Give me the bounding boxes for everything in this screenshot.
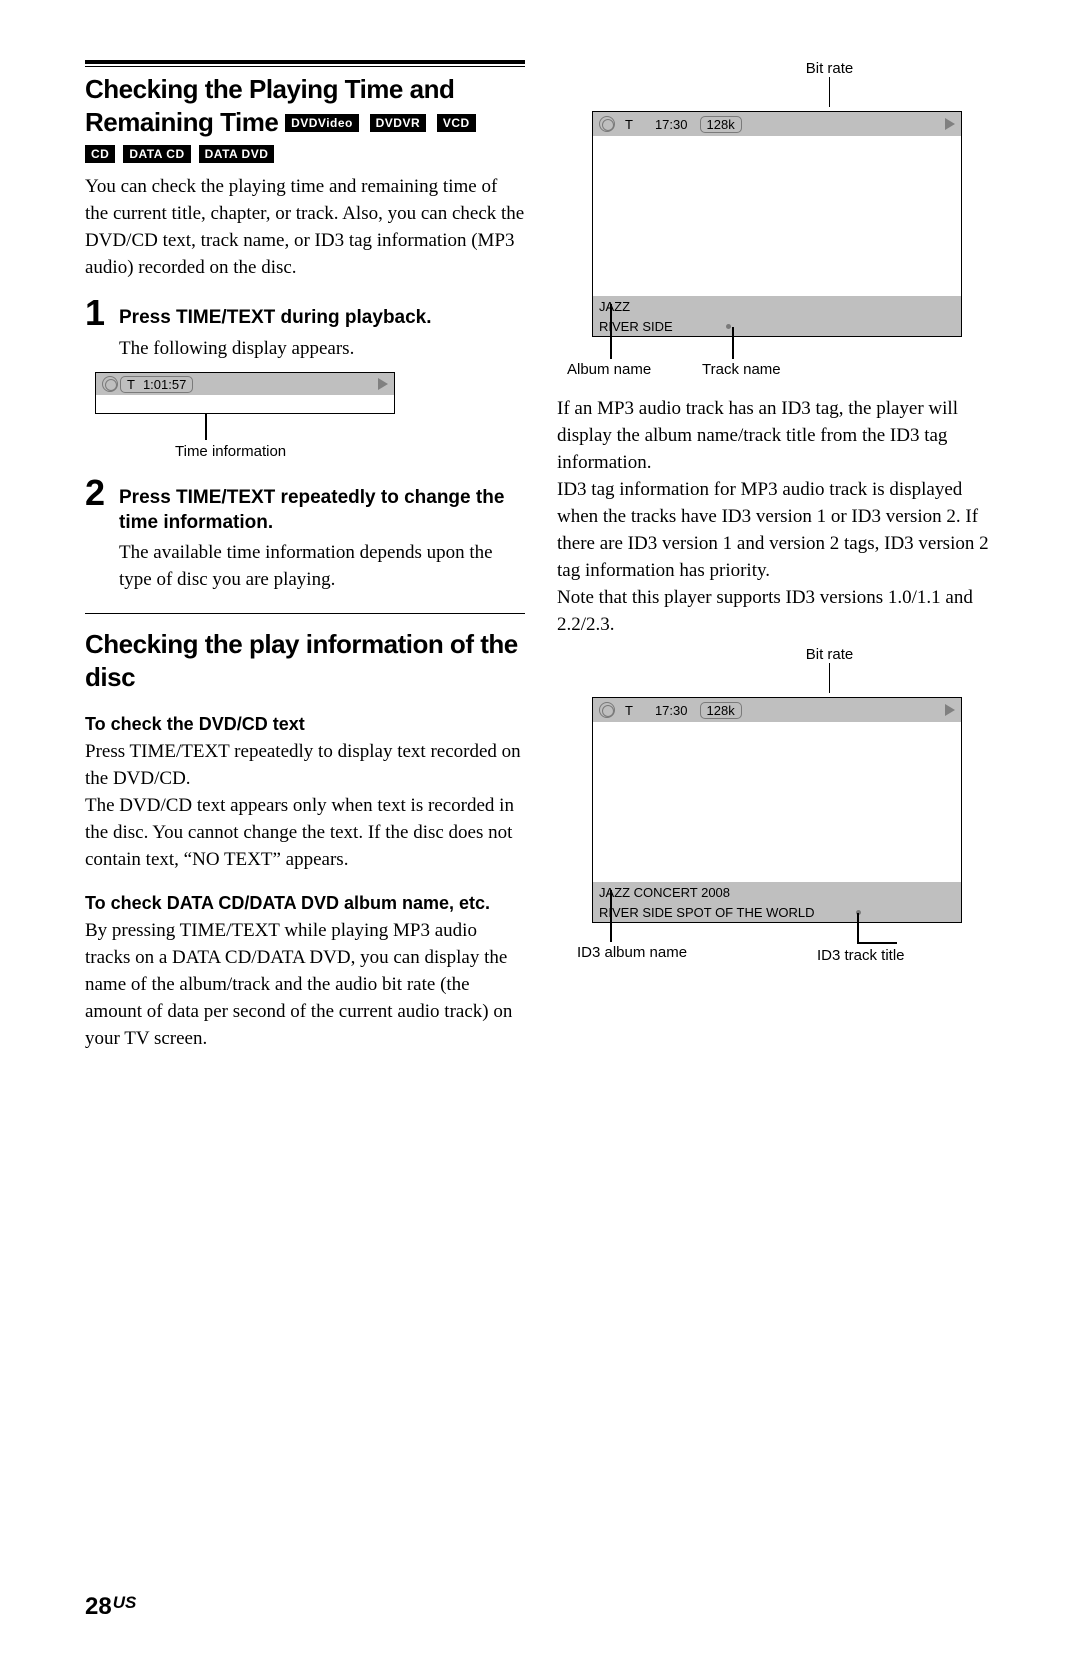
diag3-album: JAZZ CONCERT 2008 [599, 885, 730, 900]
format-badge: CD [85, 145, 115, 163]
bitrate-box: 128k [700, 116, 742, 133]
format-badge: VCD [437, 114, 476, 132]
page-suffix: US [113, 1593, 137, 1612]
rule [85, 60, 525, 64]
page-number-value: 28 [85, 1593, 112, 1620]
format-badge: DATA DVD [199, 145, 275, 163]
page-number: 28US [85, 1593, 136, 1621]
callout-line [829, 663, 831, 693]
callout-line [857, 913, 859, 942]
diag2-album: JAZZ [599, 299, 630, 314]
id3-track-label: ID3 track title [817, 947, 905, 964]
play-icon [945, 704, 955, 716]
play-icon [945, 118, 955, 130]
diag2-time: 17:30 [655, 117, 688, 132]
diag3-bitrate: 128k [707, 703, 735, 718]
right-column: Bit rate T 17:30 128k JAZZ RIVER SIDE [557, 60, 997, 1052]
intro-paragraph: You can check the playing time and remai… [85, 173, 525, 281]
format-badge: DVDVideo [285, 114, 359, 132]
format-badge: DVDVR [370, 114, 427, 132]
diagram-id3: T 17:30 128k JAZZ CONCERT 2008 RIVER SID… [592, 697, 962, 923]
badge-row-2: CD DATA CD DATA DVD [85, 141, 525, 163]
diagram-time-info: T 1:01:57 Time information [85, 372, 525, 461]
step-heading: Press TIME/TEXT during playback. [119, 305, 525, 330]
play-icon [378, 378, 388, 390]
bitrate-box: 128k [700, 702, 742, 719]
sub-heading: To check the DVD/CD text [85, 712, 525, 736]
section-title: Checking the Playing Time and Remaining … [85, 73, 525, 139]
diag2-callouts: Album name Track name [557, 339, 997, 389]
track-name-label: Track name [702, 361, 781, 378]
diag2-letter: T [625, 117, 633, 132]
callout-line [205, 414, 207, 440]
time-box: T 1:01:57 [120, 376, 193, 393]
step-2: 2 Press TIME/TEXT repeatedly to change t… [85, 475, 525, 535]
diag3-time: 17:30 [655, 703, 688, 718]
diag3-track: RIVER SIDE SPOT OF THE WORLD [599, 905, 815, 920]
rule [85, 66, 525, 67]
diag1-caption: Time information [175, 442, 295, 461]
callout-line [732, 327, 734, 359]
sub-body: Press TIME/TEXT repeatedly to display te… [85, 738, 525, 873]
format-badge: DATA CD [123, 145, 190, 163]
callout-line [829, 77, 831, 107]
bitrate-label: Bit rate [662, 60, 997, 77]
step-1: 1 Press TIME/TEXT during playback. [85, 295, 525, 331]
disc-icon [599, 116, 615, 132]
step-body: The available time information depends u… [119, 539, 525, 593]
disc-icon [599, 702, 615, 718]
step-heading: Press TIME/TEXT repeatedly to change the… [119, 485, 525, 535]
step-number: 1 [85, 295, 119, 331]
rule [85, 613, 525, 614]
diag1-time: 1:01:57 [143, 377, 186, 392]
diag2-bitrate: 128k [707, 117, 735, 132]
step-body: The following display appears. [119, 335, 525, 362]
sub-body: By pressing TIME/TEXT while playing MP3 … [85, 917, 525, 1052]
diag1-letter: T [127, 377, 135, 392]
subsection-title: Checking the play information of the dis… [85, 628, 525, 694]
disc-icon [102, 376, 118, 392]
id3-album-label: ID3 album name [577, 944, 687, 961]
diag3-callouts: ID3 album name ID3 track title [557, 925, 997, 975]
album-name-label: Album name [567, 361, 651, 378]
left-column: Checking the Playing Time and Remaining … [85, 60, 525, 1052]
callout-line [610, 890, 612, 942]
bitrate-label: Bit rate [662, 646, 997, 663]
diagram-mp3: T 17:30 128k JAZZ RIVER SIDE [592, 111, 962, 337]
callout-line [857, 942, 897, 944]
right-paragraph: If an MP3 audio track has an ID3 tag, th… [557, 395, 997, 638]
sub-heading: To check DATA CD/DATA DVD album name, et… [85, 891, 525, 915]
step-number: 2 [85, 475, 119, 511]
diag3-letter: T [625, 703, 633, 718]
callout-line [610, 304, 612, 359]
callout-dot [726, 324, 731, 329]
